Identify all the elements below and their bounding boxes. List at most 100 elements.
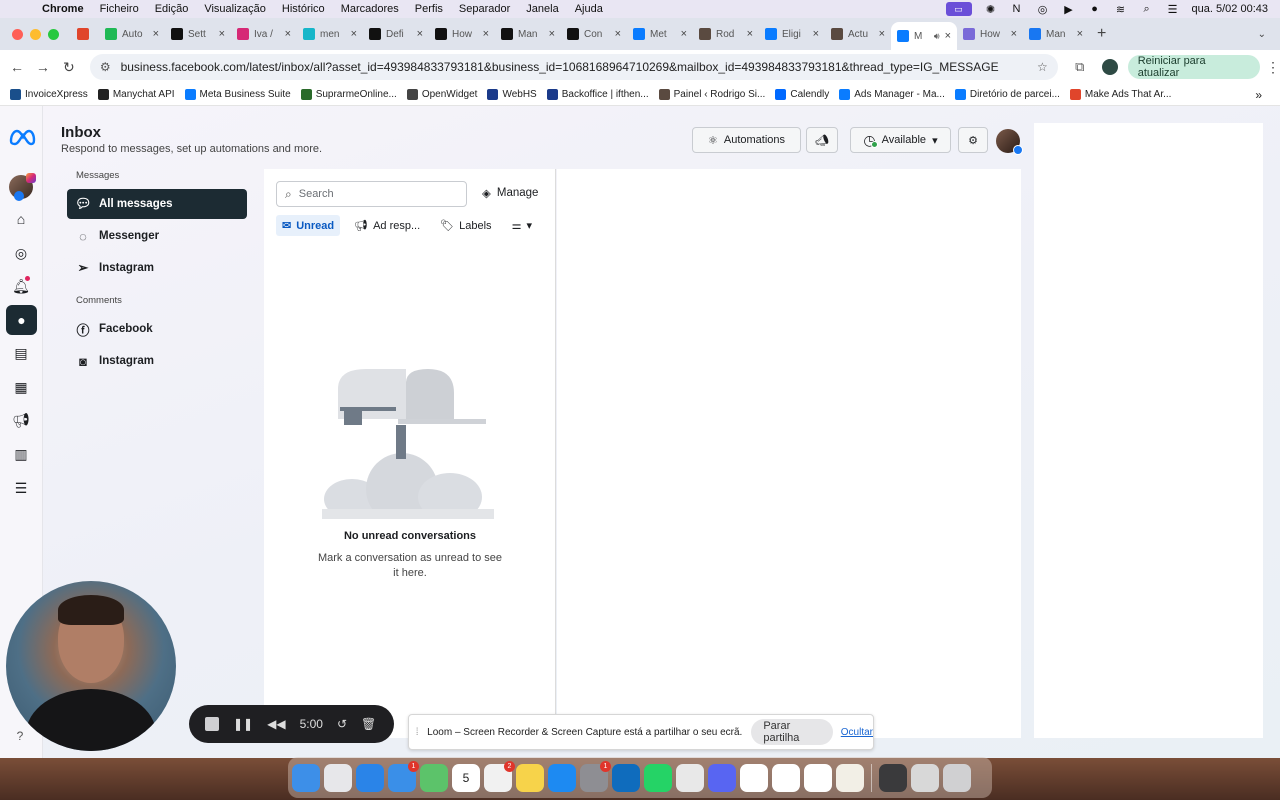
megaphone-ads-icon[interactable]: 📢︎: [11, 410, 31, 430]
app-store-icon[interactable]: [548, 763, 576, 792]
site-settings-icon[interactable]: ⚙: [100, 60, 111, 74]
inbox-chat-icon[interactable]: ●: [6, 305, 37, 335]
browser-tab[interactable]: Man ×: [1023, 22, 1089, 46]
user-icon[interactable]: ●: [1088, 3, 1102, 15]
close-tab-icon[interactable]: ×: [1077, 28, 1083, 40]
browser-tab[interactable]: Man ×: [495, 22, 561, 46]
reminders-icon[interactable]: 2: [484, 760, 515, 792]
address-url[interactable]: business.facebook.com/latest/inbox/all?a…: [121, 60, 1037, 74]
nav-facebook-comments[interactable]: ⓕ Facebook: [67, 314, 247, 344]
user-avatar[interactable]: [996, 129, 1023, 155]
nav-messenger[interactable]: ◌ Messenger: [67, 221, 247, 251]
filter-ad-responses-chip[interactable]: 📢︎ Ad resp...: [348, 215, 426, 236]
all-tools-menu-icon[interactable]: ☰: [11, 478, 31, 498]
bookmark-star-icon[interactable]: ☆: [1037, 60, 1048, 74]
forward-arrow-icon[interactable]: →: [30, 59, 56, 75]
menu-view[interactable]: Visualização: [204, 3, 266, 15]
mail-icon[interactable]: 1: [388, 760, 419, 792]
bookmark-item[interactable]: Meta Business Suite: [184, 89, 291, 100]
browser-tab[interactable]: How ×: [429, 22, 495, 46]
textedit-icon[interactable]: [836, 763, 864, 792]
browser-tab[interactable]: Sett ×: [165, 22, 231, 46]
menu-help[interactable]: Ajuda: [575, 3, 603, 15]
settings-button[interactable]: ⚙: [958, 127, 988, 153]
airdrop-icon[interactable]: ◎: [1036, 3, 1050, 16]
menu-file[interactable]: Ficheiro: [100, 3, 139, 15]
calendar-icon[interactable]: 5: [452, 763, 480, 792]
browser-tab[interactable]: Defi ×: [363, 22, 429, 46]
menubar-datetime[interactable]: qua. 5/02 00:43: [1192, 3, 1268, 15]
play-icon[interactable]: ▶: [1062, 3, 1076, 16]
wifi-icon[interactable]: ≋: [1114, 3, 1128, 16]
filter-labels-chip[interactable]: 🏷︎ Labels: [434, 215, 497, 236]
bookmark-item[interactable]: Make Ads That Ar...: [1069, 89, 1171, 100]
discord-icon[interactable]: [708, 763, 736, 792]
close-tab-icon[interactable]: ×: [615, 28, 621, 40]
tab-search-chevron-icon[interactable]: ⌄: [1258, 29, 1266, 40]
back-arrow-icon[interactable]: ←: [4, 59, 30, 75]
bookmark-item[interactable]: InvoiceXpress: [10, 89, 88, 100]
close-tab-icon[interactable]: ×: [219, 28, 225, 40]
close-tab-icon[interactable]: ×: [417, 28, 423, 40]
menu-app-name[interactable]: Chrome: [42, 3, 84, 15]
browser-tab[interactable]: Con ×: [561, 22, 627, 46]
launchpad-icon[interactable]: [324, 763, 352, 792]
control-center-icon[interactable]: ☰: [1166, 3, 1180, 16]
compass-icon[interactable]: ◎: [11, 243, 31, 263]
more-bookmarks-icon[interactable]: »: [1255, 88, 1262, 102]
trash-icon[interactable]: 🗑︎: [361, 717, 376, 731]
finder-icon[interactable]: [292, 763, 320, 792]
close-window-button[interactable]: [12, 28, 23, 40]
filter-unread-chip[interactable]: ✉ Unread: [276, 215, 341, 236]
screenshots-icon[interactable]: [879, 763, 907, 792]
bookmark-item[interactable]: Calendly: [775, 89, 829, 100]
notifications-bell-icon[interactable]: 🔔︎: [11, 276, 31, 296]
nav-instagram-comments[interactable]: ◙ Instagram: [67, 346, 247, 376]
more-filters-dropdown[interactable]: ⚌ ▾: [506, 215, 538, 236]
pause-icon[interactable]: ❚❚: [233, 717, 253, 731]
notion-icon[interactable]: [804, 763, 832, 792]
bookmark-item[interactable]: SuprarmeOnline...: [300, 89, 397, 100]
nav-instagram-direct[interactable]: ➢ Instagram: [67, 253, 247, 283]
close-tab-icon[interactable]: ×: [879, 28, 885, 40]
extensions-puzzle-icon[interactable]: ⧉: [1072, 59, 1088, 75]
search-icon[interactable]: ⌕: [1140, 3, 1154, 15]
browser-tab[interactable]: Iva / ×: [231, 22, 297, 46]
notion-icon[interactable]: N: [1010, 3, 1024, 15]
bookmark-item[interactable]: WebHS: [487, 89, 537, 100]
close-tab-icon[interactable]: ×: [747, 28, 753, 40]
close-tab-icon[interactable]: ×: [813, 28, 819, 40]
browser-tab[interactable]: Met ×: [627, 22, 693, 46]
menu-bookmarks[interactable]: Marcadores: [341, 3, 399, 15]
outlook-icon[interactable]: [612, 763, 640, 792]
drag-handle-icon[interactable]: ⁞: [411, 727, 423, 738]
whatsapp-icon[interactable]: [644, 763, 672, 792]
reload-icon[interactable]: ↻: [56, 59, 82, 76]
trash-icon[interactable]: [943, 763, 971, 792]
new-tab-button[interactable]: +: [1097, 25, 1106, 43]
downloads-icon[interactable]: [911, 763, 939, 792]
close-tab-icon[interactable]: ×: [153, 28, 159, 40]
zoom-window-button[interactable]: [48, 28, 59, 40]
hide-banner-link[interactable]: Ocultar: [841, 727, 873, 738]
safari-icon[interactable]: [356, 763, 384, 792]
browser-tab[interactable]: Eligi ×: [759, 22, 825, 46]
grid-table-icon[interactable]: ▦: [11, 377, 31, 397]
browser-tab[interactable]: [71, 22, 99, 46]
announcements-button[interactable]: 📣︎: [806, 127, 838, 153]
atom-icon[interactable]: ✺: [984, 3, 998, 16]
chatgpt-icon[interactable]: [740, 763, 768, 792]
loom-webcam-bubble[interactable]: [6, 581, 176, 751]
menu-edit[interactable]: Edição: [155, 3, 189, 15]
search-box[interactable]: ⌕: [276, 181, 467, 207]
menu-profiles[interactable]: Perfis: [415, 3, 443, 15]
bookmark-item[interactable]: Ads Manager - Ma...: [839, 89, 945, 100]
close-tab-icon[interactable]: ×: [549, 28, 555, 40]
bookmark-item[interactable]: Backoffice | ifthen...: [546, 89, 649, 100]
nav-all-messages[interactable]: 💬︎ All messages: [67, 189, 247, 219]
bookmark-item[interactable]: OpenWidget: [406, 89, 477, 100]
browser-tab[interactable]: men ×: [297, 22, 363, 46]
stop-recording-button[interactable]: [205, 717, 219, 731]
screen-share-icon[interactable]: ▭: [945, 2, 972, 16]
browser-tab-active[interactable]: M 🔊︎ ×: [891, 22, 957, 50]
